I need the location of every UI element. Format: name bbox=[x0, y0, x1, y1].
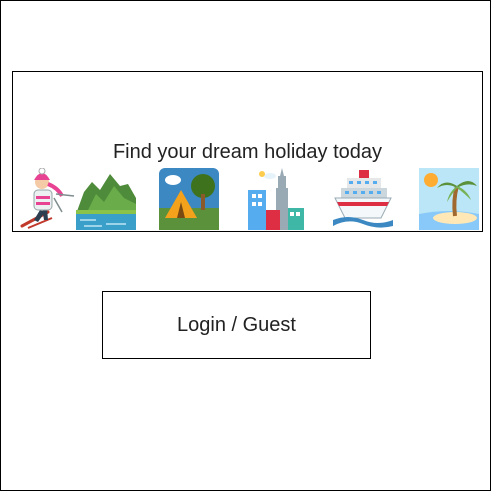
login-guest-button[interactable]: Login / Guest bbox=[102, 291, 371, 359]
banner-tagline: Find your dream holiday today bbox=[112, 141, 383, 163]
cityscape-icon bbox=[246, 168, 306, 230]
mountain-lake-icon bbox=[76, 168, 136, 230]
skier-icon bbox=[18, 168, 78, 230]
camping-tent-icon bbox=[159, 168, 219, 230]
cruise-ship-icon bbox=[333, 168, 393, 230]
app-frame: Find your dream holiday today Login / Gu… bbox=[0, 0, 491, 491]
hero-banner: Find your dream holiday today bbox=[12, 71, 483, 232]
desert-island-icon bbox=[419, 168, 479, 230]
